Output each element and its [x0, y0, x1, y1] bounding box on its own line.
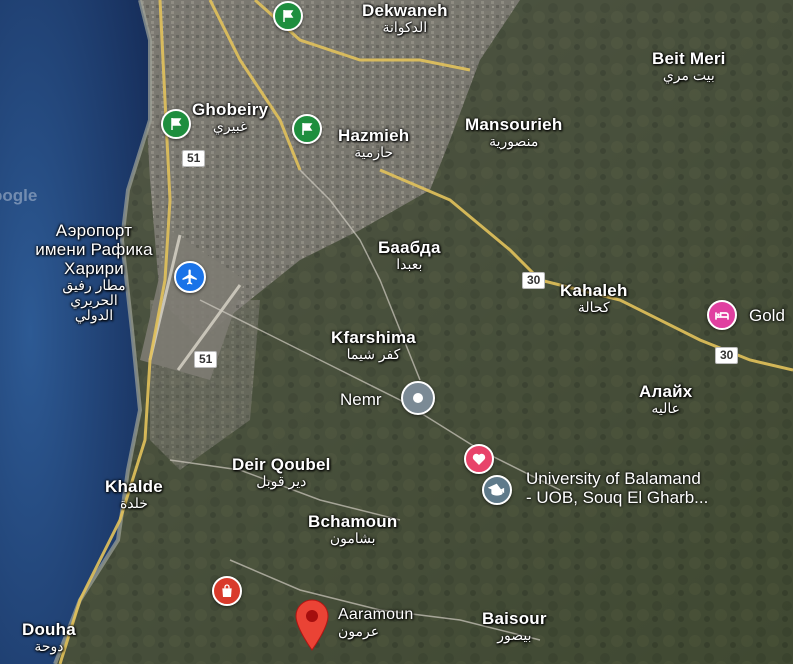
- airport-name-line: Харири: [64, 259, 124, 278]
- place-name: Kahaleh: [560, 281, 628, 300]
- place-name-ar: دوحة: [34, 638, 64, 654]
- place-douha[interactable]: Douha دوحة: [22, 621, 76, 653]
- place-name-ar: بشامون: [329, 530, 376, 546]
- place-name: Deir Qoubel: [232, 455, 331, 474]
- place-name-ar: بيصور: [497, 627, 532, 643]
- place-name: Baisour: [482, 609, 547, 628]
- poi-label-gold[interactable]: Gold: [749, 306, 785, 326]
- place-name-ar: منصورية: [489, 133, 539, 149]
- place-name: Beit Meri: [652, 49, 726, 68]
- airport-pin[interactable]: [174, 261, 206, 293]
- place-aley[interactable]: Алайх عاليه: [639, 383, 692, 415]
- flag-pin[interactable]: [161, 109, 191, 139]
- selected-location-marker[interactable]: [292, 596, 332, 652]
- place-name-ar: حازمية: [354, 144, 394, 160]
- place-baabda[interactable]: Баабда بعبدا: [378, 239, 441, 271]
- place-name-ar: كفر شيما: [346, 346, 401, 362]
- school-pin[interactable]: [482, 475, 512, 505]
- hotel-pin[interactable]: [707, 300, 737, 330]
- place-mansourieh[interactable]: Mansourieh منصورية: [465, 116, 562, 148]
- place-beit-meri[interactable]: Beit Meri بيت مري: [652, 50, 726, 82]
- place-kahaleh[interactable]: Kahaleh كحالة: [560, 282, 628, 314]
- heart-icon: [472, 453, 486, 465]
- airport-name-ar: مطار رفيق: [62, 277, 126, 293]
- place-name-ar: الدكوانة: [382, 19, 428, 35]
- place-name: Ghobeiry: [192, 100, 269, 119]
- place-dekwaneh[interactable]: Dekwaneh الدكوانة: [362, 2, 448, 34]
- flag-pin[interactable]: [273, 1, 303, 31]
- place-name: Hazmieh: [338, 126, 410, 145]
- poi-label-university[interactable]: University of Balamand - UOB, Souq El Gh…: [526, 469, 709, 507]
- airport-label[interactable]: Аэропорт имени Рафика Харири مطار رفيق ا…: [20, 222, 168, 322]
- place-name-ar: غبيري: [212, 118, 248, 134]
- place-name: Алайх: [639, 382, 693, 401]
- poi-label-line: University of Balamand: [526, 469, 701, 488]
- shopping-bag-icon: [222, 584, 232, 597]
- poi-label-nemr[interactable]: Nemr: [340, 390, 382, 410]
- poi-label-line: - UOB, Souq El Gharb...: [526, 487, 709, 507]
- place-name: Douha: [22, 620, 76, 639]
- place-deir-qoubel[interactable]: Deir Qoubel دير قوبل: [232, 456, 331, 488]
- place-name-ar: بعبدا: [396, 256, 423, 272]
- place-name-ar: بيت مري: [662, 67, 715, 83]
- graduation-cap-icon: [488, 483, 505, 496]
- place-name: Dekwaneh: [362, 1, 448, 20]
- place-bchamoun[interactable]: Bchamoun بشامون: [308, 513, 397, 545]
- flag-pin[interactable]: [292, 114, 322, 144]
- place-name-ar: دير قوبل: [256, 473, 307, 489]
- place-name: Баабда: [378, 238, 441, 257]
- location-marker-pin[interactable]: [401, 381, 435, 415]
- shopping-pin[interactable]: [212, 576, 242, 606]
- place-kfarshima[interactable]: Kfarshima كفر شيما: [331, 329, 416, 361]
- flag-icon: [171, 118, 182, 130]
- road-shield-51: 51: [182, 150, 206, 167]
- airplane-icon: [182, 269, 197, 285]
- place-name-ar: عاليه: [651, 400, 681, 416]
- place-name: Aaramoun: [338, 606, 414, 623]
- place-name: Mansourieh: [465, 115, 563, 134]
- map-canvas[interactable]: oogle Dekwaneh الدكوانة Beit Meri بيت مر…: [0, 0, 793, 664]
- flag-icon: [302, 123, 313, 135]
- place-ghobeiry[interactable]: Ghobeiry غبيري: [192, 101, 268, 133]
- place-name: Bchamoun: [308, 512, 398, 531]
- google-watermark: oogle: [0, 186, 38, 205]
- marker-dot-icon: [306, 610, 318, 622]
- airport-name-line: Аэропорт: [55, 221, 133, 240]
- road-shield-30: 30: [522, 272, 546, 289]
- road-shield-51: 51: [194, 351, 218, 368]
- place-baisour[interactable]: Baisour بيصور: [482, 610, 547, 642]
- place-aaramoun[interactable]: Aaramoun عرمون: [338, 606, 414, 639]
- place-name-ar: خلدة: [119, 495, 148, 511]
- flag-icon: [283, 10, 294, 22]
- bed-icon: [715, 312, 729, 320]
- place-hazmieh[interactable]: Hazmieh حازمية: [338, 127, 409, 159]
- place-name: Kfarshima: [331, 328, 416, 347]
- place-name-ar: عرمون: [338, 623, 380, 639]
- place-name-ar: كحالة: [577, 299, 610, 315]
- airport-name-line: имени Рафика: [35, 240, 153, 259]
- saved-place-pin[interactable]: [464, 444, 494, 474]
- place-name: Khalde: [105, 477, 163, 496]
- dot-icon: [413, 393, 423, 403]
- road-shield-30: 30: [715, 347, 739, 364]
- place-khalde[interactable]: Khalde خلدة: [105, 478, 163, 510]
- airport-name-ar: الحريري: [70, 292, 118, 308]
- airport-name-ar: الدولي: [74, 307, 114, 323]
